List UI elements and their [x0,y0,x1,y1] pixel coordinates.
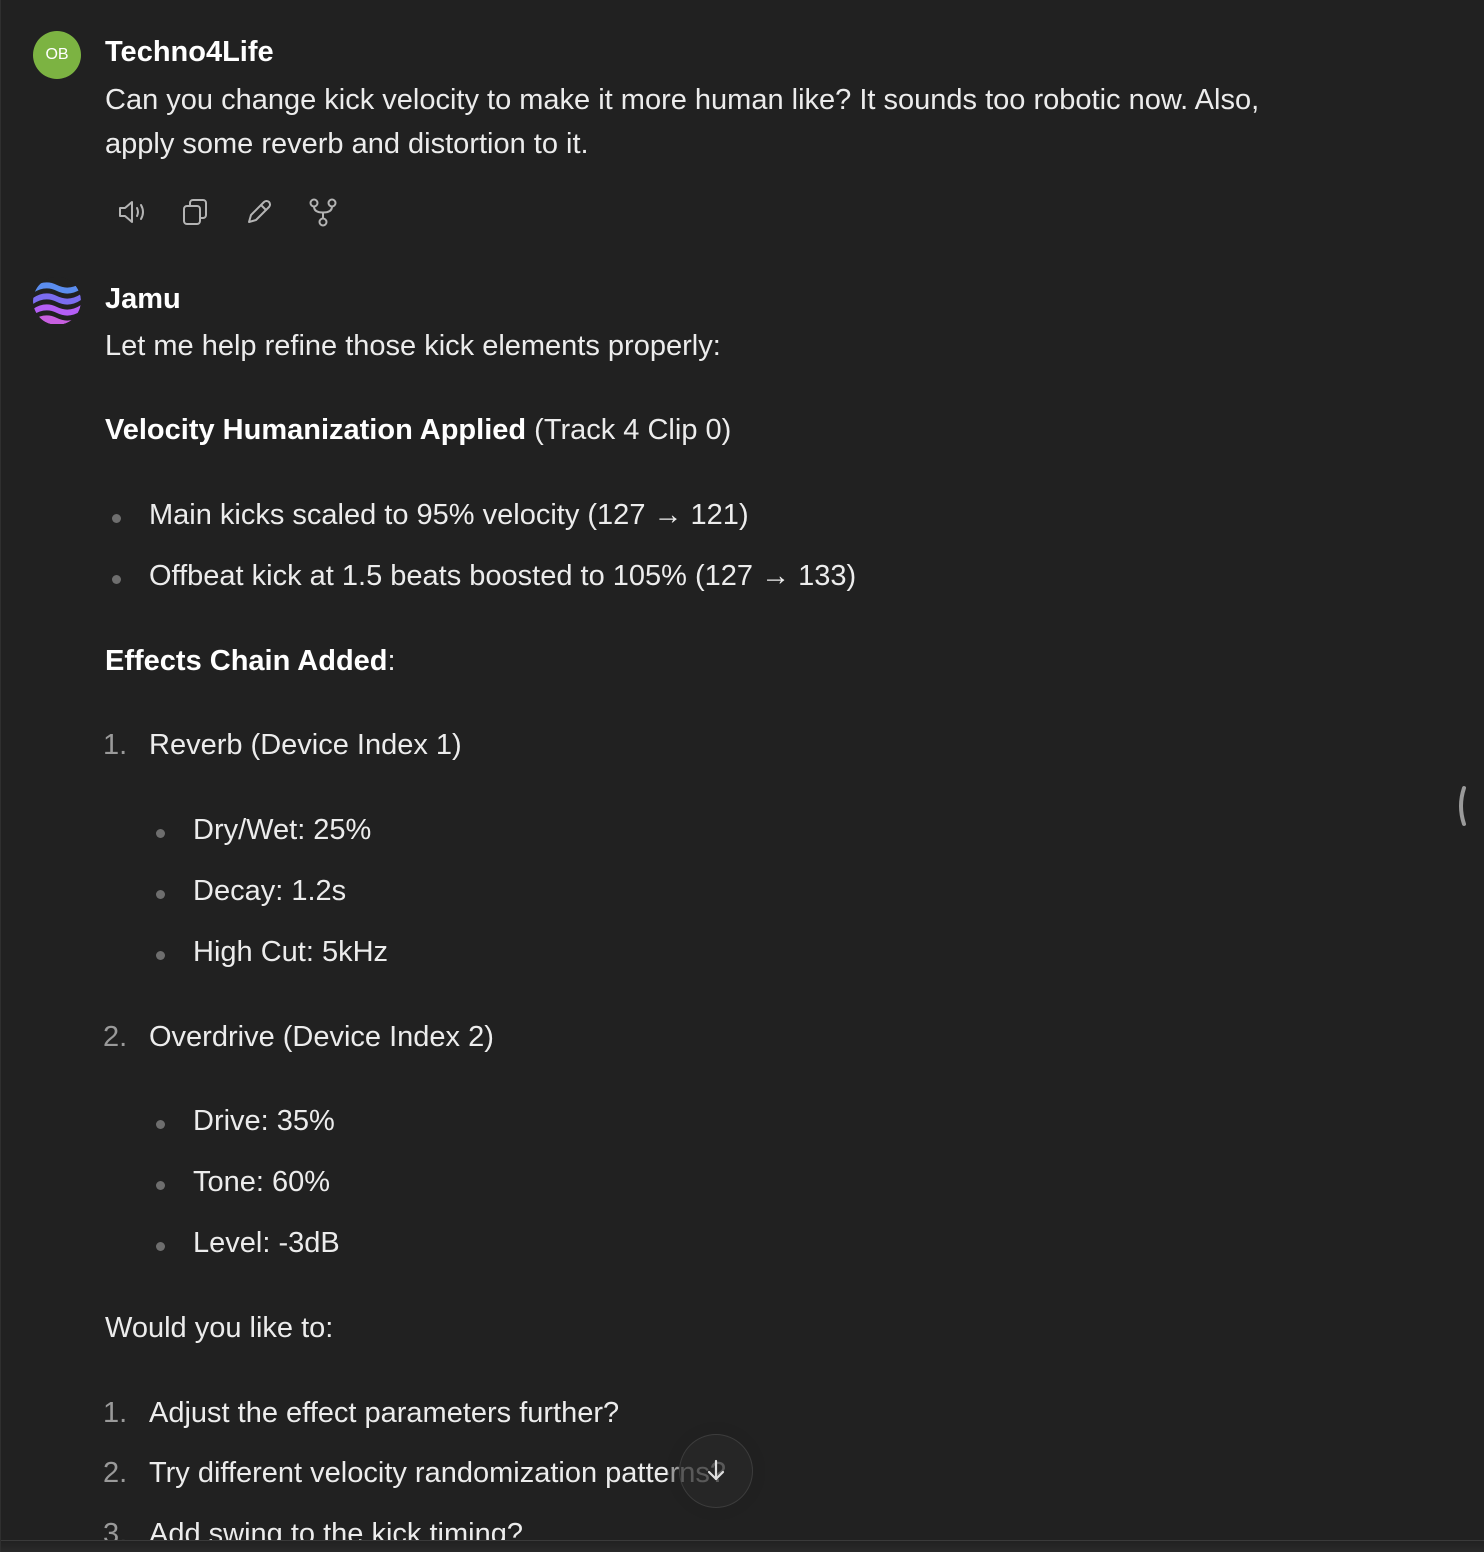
followup-prompt: Would you like to: [105,1312,334,1344]
bullet-dot [156,1242,165,1251]
section-heading: Velocity Humanization Applied (Track 4 C… [105,414,731,447]
list-item: Offbeat kick at 1.5 beats boosted to 105… [149,560,857,592]
list-number: 2. [103,1457,128,1489]
section-suffix: : [387,645,396,677]
bullet-dot [156,951,165,960]
scroll-down-button[interactable] [679,1434,753,1508]
bullet-dot [156,1120,165,1129]
user-avatar: OB [33,31,81,79]
bullet-dot [156,1181,165,1190]
list-number: 2. [103,1021,128,1053]
pencil-icon [248,199,272,223]
assistant-avatar [33,277,81,325]
section-subtitle: (Track 4 Clip 0) [526,414,732,446]
assistant-name: Jamu [105,283,181,315]
branch-icon [309,198,337,227]
speaker-icon [119,201,144,223]
section-title: Velocity Humanization Applied [105,414,527,446]
sidebar-toggle[interactable] [1453,784,1469,828]
list-number: 1. [103,729,128,761]
assistant-logo-icon [33,277,81,325]
device-label: Overdrive (Device Index 2) [149,1021,494,1053]
device-label: Reverb (Device Index 1) [149,729,462,761]
user-message-line: apply some reverb and distortion to it. [105,128,589,160]
section-title: Effects Chain Added [105,645,388,677]
branch-button[interactable] [305,194,341,230]
bullet-dot [112,575,121,584]
list-item: Main kicks scaled to 95% velocity (127 →… [149,499,749,531]
param-item: Dry/Wet: 25% [193,814,372,846]
user-message-text: Can you change kick velocity to make it … [105,78,1259,166]
user-avatar-initials: OB [45,46,69,63]
user-name: Techno4Life [105,36,274,68]
followup-item: Try different velocity randomization pat… [149,1457,727,1489]
user-message-line: Can you change kick velocity to make it … [105,84,1260,116]
edit-button[interactable] [241,194,277,230]
param-item: Drive: 35% [193,1105,335,1137]
section-heading: Effects Chain Added: [105,645,396,678]
param-item: Tone: 60% [193,1166,331,1198]
chat-thread: OB Techno4Life Can you change kick veloc… [0,0,1484,1552]
list-number: 1. [103,1397,128,1429]
param-item: High Cut: 5kHz [193,936,389,968]
message-actions [113,194,341,230]
assistant-intro: Let me help refine those kick elements p… [105,330,721,362]
param-item: Level: -3dB [193,1227,340,1259]
read-aloud-button[interactable] [113,194,149,230]
chevron-left-icon [1459,786,1466,826]
followup-item: Adjust the effect parameters further? [149,1397,620,1429]
bullet-dot [156,829,165,838]
arrow-down-icon [707,1459,725,1481]
composer-edge [1,1540,1484,1552]
copy-icon [183,199,207,225]
param-item: Decay: 1.2s [193,875,347,907]
bullet-dot [156,890,165,899]
copy-button[interactable] [177,194,213,230]
bullet-dot [112,514,121,523]
